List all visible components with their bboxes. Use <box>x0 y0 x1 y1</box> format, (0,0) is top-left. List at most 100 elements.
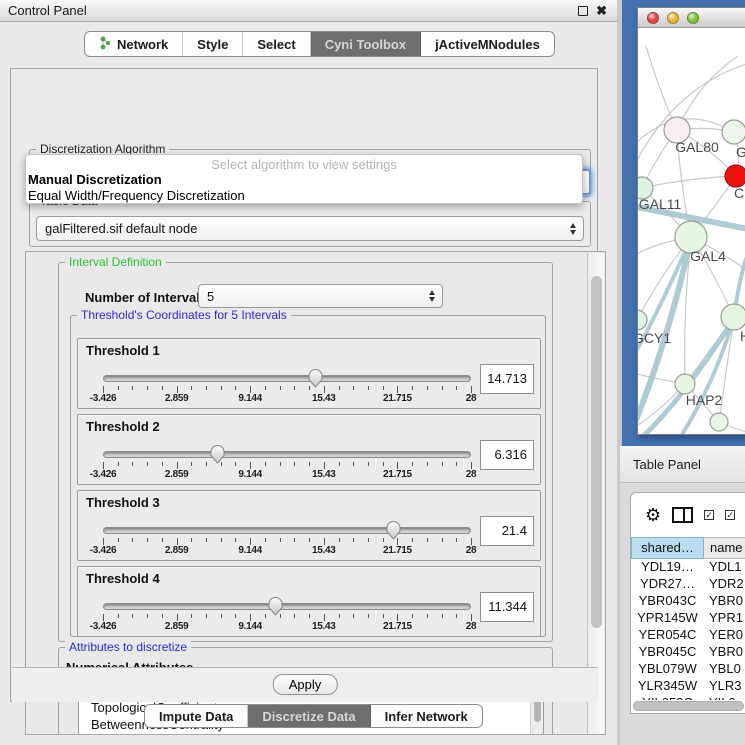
float-window-icon[interactable] <box>578 6 588 16</box>
table-row[interactable]: YBR045CYBR0 <box>631 644 745 661</box>
tick-mark <box>191 538 192 542</box>
tick-mark <box>221 386 222 390</box>
tick-mark <box>177 386 178 393</box>
slider-track[interactable] <box>103 527 471 534</box>
tick-mark <box>265 614 266 618</box>
tick-mark <box>250 538 251 545</box>
cell-name: YBL0 <box>704 661 745 678</box>
tick-mark <box>368 386 369 390</box>
table-data-value: galFiltered.sif default node <box>45 221 565 236</box>
scrollbar-thumb[interactable] <box>591 276 602 628</box>
tab-jactivemnodules[interactable]: jActiveMNodules <box>421 32 554 56</box>
threshold-value-field[interactable]: 6.316 <box>480 440 534 470</box>
slider-track[interactable] <box>103 451 471 458</box>
tab-network[interactable]: Network <box>85 32 183 56</box>
dropdown-option-manual-discretization[interactable]: Manual Discretization <box>26 172 582 188</box>
network-canvas[interactable]: GAL80GACGAL11GAL4GCY1HHAP2 <box>638 28 745 434</box>
scrollbar-thumb[interactable] <box>633 701 744 711</box>
column-header-name[interactable]: name <box>704 537 745 559</box>
tick-label: 2.859 <box>165 469 189 480</box>
tick-mark <box>118 386 119 390</box>
tick-mark <box>324 462 325 469</box>
HAP2-node[interactable] <box>675 374 695 394</box>
tick-mark <box>427 462 428 466</box>
slider-thumb[interactable] <box>385 520 402 540</box>
table-row[interactable]: YLR345WYLR3 <box>631 678 745 695</box>
settings-scroll-panel: Interval Definition Number of Intervals … <box>25 251 606 735</box>
table-row[interactable]: YDL19…YDL1 <box>631 559 745 576</box>
threshold-value-field[interactable]: 21.4 <box>480 516 534 546</box>
tick-label: -3.426 <box>90 545 117 556</box>
tick-mark <box>147 538 148 542</box>
GCY1-node[interactable] <box>638 310 647 330</box>
tick-mark <box>397 614 398 621</box>
table-row[interactable]: YPR145WYPR1 <box>631 610 745 627</box>
tick-mark <box>191 614 192 618</box>
slider-thumb[interactable] <box>209 444 226 464</box>
slider-track[interactable] <box>103 375 471 382</box>
gear-icon[interactable]: ⚙ <box>645 505 661 526</box>
tick-mark <box>294 386 295 390</box>
tick-mark <box>442 614 443 618</box>
red-node[interactable] <box>725 165 745 187</box>
tick-mark <box>191 386 192 390</box>
tick-mark <box>206 386 207 390</box>
settings-scrollbar[interactable] <box>587 253 604 735</box>
network-window-titlebar[interactable] <box>638 8 745 28</box>
threshold-value-field[interactable]: 11.344 <box>480 592 534 622</box>
cell-name: YDL1 <box>704 559 745 576</box>
checkbox-icon-1[interactable]: ✓ <box>704 510 714 520</box>
cell-shared-name: YDR27… <box>631 576 704 593</box>
number-of-intervals-combobox[interactable]: 5 <box>198 284 443 308</box>
tab-discretize-data[interactable]: Discretize Data <box>248 705 370 727</box>
table-data-combobox[interactable]: galFiltered.sif default node <box>36 216 584 241</box>
cell-name: YBR0 <box>704 644 745 661</box>
tick-mark <box>397 386 398 393</box>
tab-style[interactable]: Style <box>183 32 243 56</box>
bottom-node[interactable] <box>710 413 728 431</box>
minimize-traffic-light-icon[interactable] <box>667 12 679 24</box>
top-right-node[interactable] <box>722 120 745 144</box>
tick-mark <box>442 538 443 542</box>
table-row[interactable]: YBL079WYBL0 <box>631 661 745 678</box>
tick-mark <box>191 462 192 466</box>
tick-mark <box>103 386 104 393</box>
node-label: GCY1 <box>638 330 671 346</box>
threshold-value-field[interactable]: 14.713 <box>480 364 534 394</box>
cell-name: YIL0 <box>704 695 745 700</box>
tick-mark <box>442 386 443 390</box>
cell-shared-name: YPR145W <box>631 610 704 627</box>
dropdown-option-equal-width[interactable]: Equal Width/Frequency Discretization <box>26 188 582 204</box>
cell-name: YPR1 <box>704 610 745 627</box>
tick-mark <box>132 538 133 542</box>
zoom-traffic-light-icon[interactable] <box>687 12 699 24</box>
cell-shared-name: YLR345W <box>631 678 704 695</box>
tick-mark <box>250 614 251 621</box>
table-row[interactable]: YBR043CYBR0 <box>631 593 745 610</box>
column-header-shared-name[interactable]: shared… <box>631 537 704 559</box>
tab-impute-data[interactable]: Impute Data <box>145 705 248 727</box>
tick-mark <box>456 462 457 466</box>
tab-label: Discretize Data <box>262 709 355 724</box>
table-row[interactable]: YDR27…YDR2 <box>631 576 745 593</box>
tick-mark <box>132 614 133 618</box>
checkbox-icon-2[interactable]: ✓ <box>725 510 735 520</box>
threshold-group: Threshold 1-3.4262.8599.14415.4321.71528… <box>77 338 541 409</box>
tick-mark <box>368 462 369 466</box>
tab-select[interactable]: Select <box>243 32 310 56</box>
tick-mark <box>280 386 281 390</box>
tab-infer-network[interactable]: Infer Network <box>371 705 482 727</box>
table-horizontal-scrollbar[interactable] <box>633 701 744 711</box>
apply-button[interactable]: Apply <box>273 674 338 695</box>
control-panel: Control Panel ✖ Network Style Select Cyn… <box>0 0 617 745</box>
right-mid-node[interactable] <box>721 304 745 330</box>
slider-thumb[interactable] <box>267 596 284 616</box>
table-row[interactable]: YIL053CYIL0 <box>631 695 745 700</box>
column-layout-icon[interactable] <box>672 507 693 523</box>
slider-thumb[interactable] <box>307 368 324 388</box>
close-icon[interactable]: ✖ <box>596 6 607 16</box>
table-row[interactable]: YER054CYER0 <box>631 627 745 644</box>
close-traffic-light-icon[interactable] <box>647 12 659 24</box>
slider-track[interactable] <box>103 603 471 610</box>
tab-cyni-toolbox[interactable]: Cyni Toolbox <box>311 32 421 56</box>
